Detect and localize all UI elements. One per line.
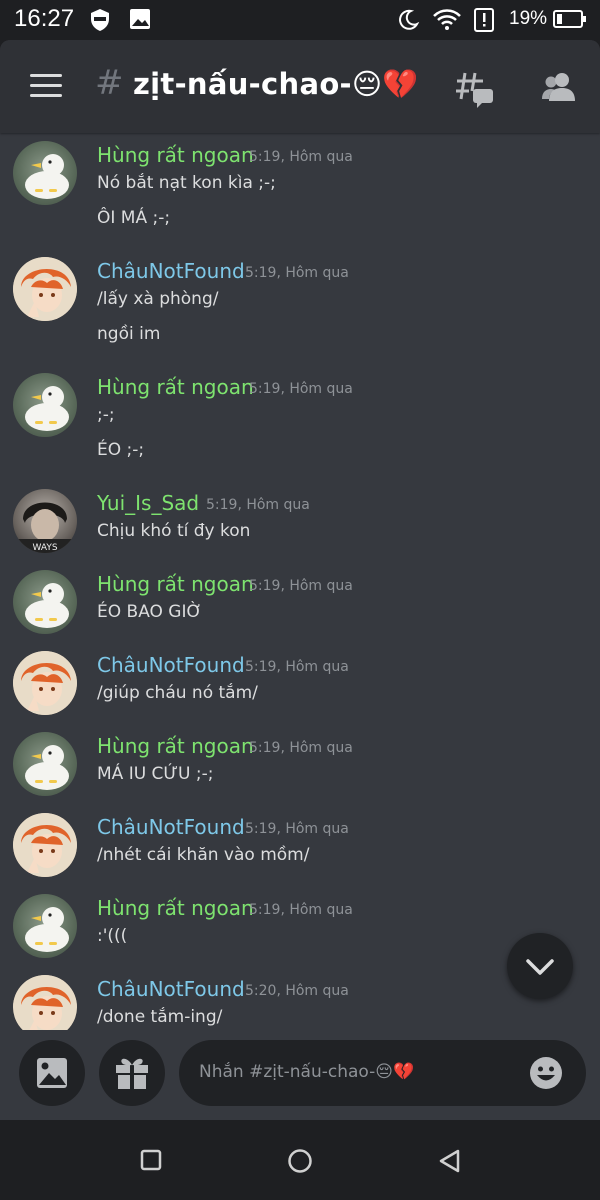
message-author[interactable]: ChâuNotFound — [97, 977, 245, 1001]
duck-avatar-image — [25, 386, 69, 431]
message-group: Hùng rất ngoan 5:19, Hôm qua ;-; ÉO ;-; — [0, 373, 600, 503]
message-text: /giúp cháu nó tắm/ — [97, 683, 258, 703]
anime-avatar-image — [13, 257, 77, 321]
message-group: Hùng rất ngoan 5:19, Hôm qua Nó bắt nạt ko… — [0, 141, 600, 271]
message-timestamp: 5:20, Hôm qua — [245, 983, 349, 999]
message-timestamp: 5:19, Hôm qua — [249, 381, 353, 397]
message-text: ÉO BAO GIỜ — [97, 602, 203, 622]
image-icon — [37, 1058, 67, 1088]
message-author[interactable]: Hùng rất ngoan — [97, 375, 254, 399]
recents-square-icon[interactable] — [139, 1148, 163, 1172]
avatar[interactable] — [13, 894, 77, 958]
channel-title: zịt-nấu-chao-😔💔 — [133, 67, 419, 101]
message-author[interactable]: Hùng rất ngoan — [97, 734, 254, 758]
avatar[interactable] — [13, 570, 77, 634]
message-author[interactable]: Hùng rất ngoan — [97, 143, 254, 167]
message-text: :'((( — [97, 926, 128, 946]
duck-avatar-image — [25, 154, 69, 199]
duck-avatar-image — [25, 745, 69, 790]
message-author[interactable]: Yui_Is_Sad — [97, 491, 199, 515]
message-text: ngồi im — [97, 324, 161, 344]
back-triangle-icon[interactable] — [437, 1148, 463, 1174]
avatar[interactable] — [13, 975, 77, 1030]
channel-hash-icon: # — [95, 63, 124, 103]
anime-avatar-image — [13, 651, 77, 715]
battery-icon — [553, 10, 586, 28]
message-text: /nhét cái khăn vào mồm/ — [97, 845, 310, 865]
message-author[interactable]: ChâuNotFound — [97, 653, 245, 677]
message-text: /done tắm-ing/ — [97, 1007, 223, 1027]
status-bar: 16:27 19% — [0, 0, 600, 40]
anime-avatar-image — [13, 813, 77, 877]
alert-icon — [474, 8, 494, 32]
message-text: ;-; — [97, 405, 115, 425]
message-text: Nó bắt nạt kon kìa ;-; — [97, 173, 276, 193]
composer: Nhắn #zịt-nấu-chao-😔💔 — [0, 1030, 600, 1120]
scroll-down-button[interactable] — [507, 933, 573, 999]
message-list[interactable]: Hùng rất ngoan 5:19, Hôm qua Nó bắt nạt ko… — [0, 133, 600, 1030]
message-text: /lấy xà phòng/ — [97, 289, 219, 309]
message-timestamp: 5:19, Hôm qua — [249, 740, 353, 756]
home-circle-icon[interactable] — [287, 1148, 313, 1174]
avatar[interactable] — [13, 813, 77, 877]
message-timestamp: 5:19, Hôm qua — [245, 821, 349, 837]
hamburger-icon[interactable] — [30, 74, 62, 98]
message-group: ChâuNotFound 5:19, Hôm qua/lấy xà phòng/n… — [0, 257, 600, 387]
gift-button[interactable] — [99, 1040, 165, 1106]
anime-avatar-image — [13, 975, 77, 1030]
message-input-placeholder: Nhắn #zịt-nấu-chao-😔💔 — [199, 1062, 415, 1082]
do-not-disturb-moon-icon — [399, 9, 420, 30]
emoji-icon[interactable] — [529, 1056, 563, 1090]
svg-text:WAYS: WAYS — [32, 543, 57, 553]
avatar[interactable] — [13, 373, 77, 437]
message-author[interactable]: Hùng rất ngoan — [97, 896, 254, 920]
message-text: ÔI MÁ ;-; — [97, 208, 171, 228]
message-author[interactable]: Hùng rất ngoan — [97, 572, 254, 596]
attach-image-button[interactable] — [19, 1040, 85, 1106]
message-timestamp: 5:19, Hôm qua — [245, 659, 349, 675]
wifi-icon — [433, 9, 461, 30]
gift-icon — [116, 1058, 148, 1089]
message-text: ÉO ;-; — [97, 440, 145, 460]
avatar[interactable]: WAYS — [13, 489, 77, 553]
system-nav-bar — [0, 1120, 600, 1200]
message-text: MÁ IU CỨU ;-; — [97, 764, 214, 784]
message-timestamp: 5:19, Hôm qua — [249, 578, 353, 594]
message-timestamp: 5:19, Hôm qua — [249, 149, 353, 165]
avatar[interactable] — [13, 141, 77, 205]
gallery-icon — [130, 9, 150, 29]
message-timestamp: 5:19, Hôm qua — [206, 497, 310, 513]
avatar[interactable] — [13, 732, 77, 796]
message-author[interactable]: ChâuNotFound — [97, 259, 245, 283]
battery-percent: 19% — [509, 8, 548, 29]
avatar[interactable] — [13, 257, 77, 321]
channel-header: # zịt-nấu-chao-😔💔 — [0, 40, 600, 133]
chevron-down-icon — [526, 959, 554, 975]
message-input[interactable]: Nhắn #zịt-nấu-chao-😔💔 — [179, 1040, 586, 1106]
message-author[interactable]: ChâuNotFound — [97, 815, 245, 839]
photo-avatar-image: WAYS — [13, 502, 77, 553]
chat-app: # zịt-nấu-chao-😔💔 Hùng rất ngoan 5:19, Hô… — [0, 40, 600, 1120]
status-time: 16:27 — [14, 5, 75, 32]
avatar[interactable] — [13, 651, 77, 715]
duck-avatar-image — [25, 907, 69, 952]
members-icon[interactable] — [541, 71, 577, 103]
message-text: Chịu khó tí đy kon — [97, 521, 251, 541]
message-timestamp: 5:19, Hôm qua — [245, 265, 349, 281]
message-timestamp: 5:19, Hôm qua — [249, 902, 353, 918]
threads-icon[interactable] — [455, 69, 495, 109]
duck-avatar-image — [25, 583, 69, 628]
shield-icon — [91, 9, 109, 31]
